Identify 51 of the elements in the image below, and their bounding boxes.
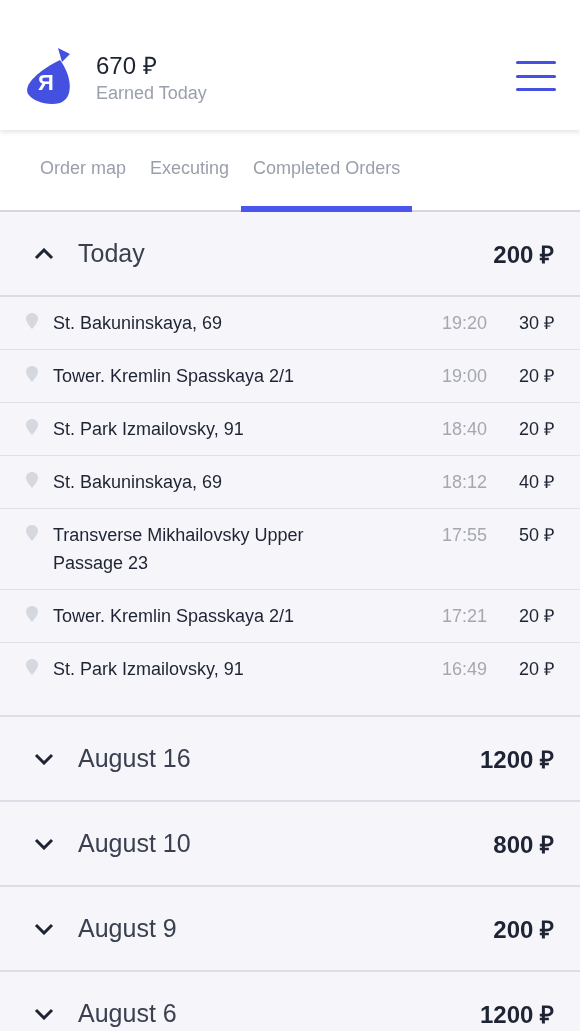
day-header[interactable]: August 6 1200 ₽: [0, 972, 580, 1031]
order-price: 30 ₽: [517, 312, 554, 335]
earned-amount: 670 ₽: [96, 51, 158, 81]
order-time: 19:20: [442, 312, 489, 335]
order-price: 20 ₽: [517, 365, 554, 388]
day-total: 1200 ₽: [479, 745, 554, 775]
location-pin-icon: [26, 606, 38, 622]
day-header[interactable]: August 9 200 ₽: [0, 887, 580, 970]
chevron-down-icon: [34, 1007, 54, 1020]
chevron-down-icon: [34, 752, 54, 765]
order-address: St. Bakuninskaya, 69: [53, 471, 224, 494]
order-price: 20 ₽: [517, 418, 554, 441]
day-header[interactable]: August 16 1200 ₽: [0, 717, 580, 800]
day-title: Today: [78, 239, 146, 268]
order-time: 19:00: [442, 365, 489, 388]
day-title: August 6: [78, 999, 178, 1028]
day-header[interactable]: August 10 800 ₽: [0, 802, 580, 885]
order-address: St. Park Izmailovsky, 91: [53, 418, 245, 441]
order-price: 50 ₽: [517, 524, 554, 547]
location-pin-icon: [26, 525, 38, 541]
order-time: 16:49: [442, 658, 489, 681]
day-title: August 10: [78, 829, 192, 858]
chevron-down-icon: [34, 922, 54, 935]
location-pin-icon: [26, 313, 38, 329]
chevron-up-icon: [34, 247, 54, 260]
day-total: 1200 ₽: [479, 1000, 554, 1030]
order-address: St. Park Izmailovsky, 91: [53, 658, 245, 681]
order-address: Tower. Kremlin Spasskaya 2/1: [53, 365, 296, 388]
order-time: 17:21: [442, 605, 489, 628]
day-total: 200 ₽: [493, 915, 554, 945]
day-total: 800 ₽: [493, 830, 554, 860]
location-pin-icon: [26, 659, 38, 675]
earned-caption: Earned Today: [96, 83, 208, 104]
location-pin-icon: [26, 419, 38, 435]
order-address: Transverse Mikhailovsky Upper Passage 23: [53, 524, 305, 575]
day-title: August 16: [78, 744, 192, 773]
order-address: St. Bakuninskaya, 69: [53, 312, 224, 335]
location-pin-icon: [26, 472, 38, 488]
order-address: Tower. Kremlin Spasskaya 2/1: [53, 605, 296, 628]
order-time: 18:12: [442, 471, 489, 494]
day-total: 200 ₽: [493, 240, 554, 270]
location-pin-icon: [26, 366, 38, 382]
chevron-down-icon: [34, 837, 54, 850]
order-price: 20 ₽: [517, 658, 554, 681]
menu-icon[interactable]: [516, 61, 556, 91]
order-price: 20 ₽: [517, 605, 554, 628]
day-title: August 9: [78, 914, 178, 943]
order-time: 17:55: [442, 524, 489, 547]
order-time: 18:40: [442, 418, 489, 441]
order-price: 40 ₽: [517, 471, 554, 494]
day-header[interactable]: Today 200 ₽: [0, 212, 580, 295]
